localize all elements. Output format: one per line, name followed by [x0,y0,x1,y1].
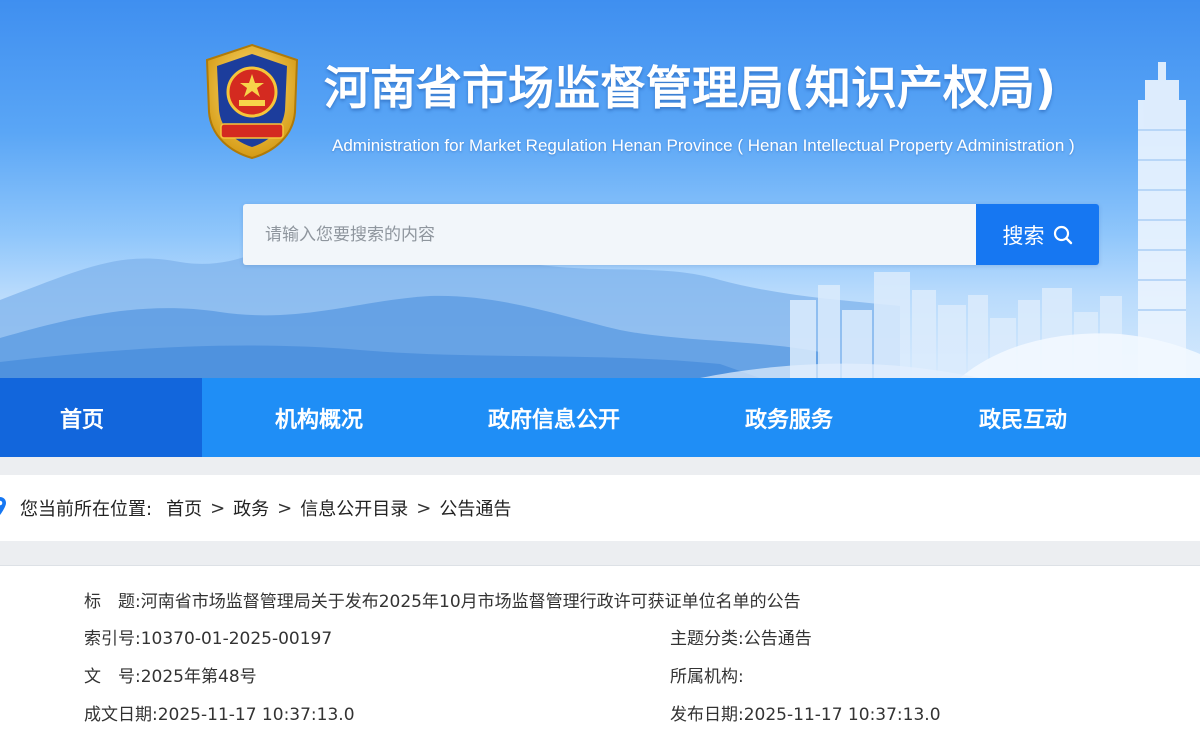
meta-title-row: 标 题:河南省市场监督管理局关于发布2025年10月市场监督管理行政许可获证单位… [84,587,801,612]
nav-item-info-disclosure[interactable]: 政府信息公开 [436,378,672,457]
breadcrumb: 您当前所在位置: 首页 > 政务 > 信息公开目录 > 公告通告 [0,475,1200,541]
meta-index-key: 索引号: [84,629,141,649]
meta-index-row: 索引号:10370-01-2025-00197 [84,624,332,649]
breadcrumb-separator: > [210,497,226,519]
breadcrumb-separator: > [416,497,432,519]
nav-item-about[interactable]: 机构概况 [202,378,436,457]
search-button[interactable]: 搜索 [976,204,1099,265]
meta-org-key: 所属机构: [670,667,744,687]
meta-docno-row: 文 号:2025年第48号 [84,662,257,687]
site-title: 河南省市场监督管理局(知识产权局) [324,61,1057,115]
meta-published-key: 发布日期: [670,705,744,725]
nav-item-interaction[interactable]: 政民互动 [906,378,1140,457]
meta-created-key: 成文日期: [84,705,158,725]
meta-docno-key: 文 号: [84,667,141,687]
search-input[interactable] [243,204,976,265]
meta-category-key: 主题分类: [670,629,744,649]
nav-item-services[interactable]: 政务服务 [672,378,906,457]
search-bar: 搜索 [243,204,1099,265]
meta-org-row: 所属机构: [670,662,744,687]
meta-category-value: 公告通告 [743,629,812,649]
breadcrumb-current[interactable]: 公告通告 [439,495,511,521]
meta-title-key: 标 题: [84,592,141,612]
breadcrumb-home-link[interactable]: 首页 [166,495,202,521]
breadcrumb-label: 您当前所在位置: [20,499,153,520]
meta-published-row: 发布日期:2025-11-17 10:37:13.0 [670,700,941,725]
site-subtitle: Administration for Market Regulation Hen… [332,136,1075,155]
search-button-label: 搜索 [1002,223,1045,248]
breadcrumb-affairs-link[interactable]: 政务 [233,495,269,521]
meta-published-value: 2025-11-17 10:37:13.0 [743,705,941,725]
breadcrumb-separator: > [277,497,293,519]
meta-title-value: 河南省市场监督管理局关于发布2025年10月市场监督管理行政许可获证单位名单的公… [140,592,801,612]
meta-index-value: 10370-01-2025-00197 [140,629,333,649]
document-metadata: 标 题:河南省市场监督管理局关于发布2025年10月市场监督管理行政许可获证单位… [0,565,1200,741]
header-banner: 河南省市场监督管理局(知识产权局) Administration for Mar… [0,0,1200,378]
meta-category-row: 主题分类:公告通告 [670,624,812,649]
meta-created-row: 成文日期:2025-11-17 10:37:13.0 [84,700,355,725]
meta-docno-value: 2025年第48号 [140,667,257,687]
search-icon [1053,225,1072,244]
meta-created-value: 2025-11-17 10:37:13.0 [157,705,355,725]
main-nav: 首页 机构概况 政府信息公开 政务服务 政民互动 [0,378,1200,457]
location-pin-icon [0,497,6,515]
breadcrumb-catalog-link[interactable]: 信息公开目录 [300,495,408,521]
nav-item-home[interactable]: 首页 [0,378,202,457]
police-emblem-logo [205,43,299,160]
